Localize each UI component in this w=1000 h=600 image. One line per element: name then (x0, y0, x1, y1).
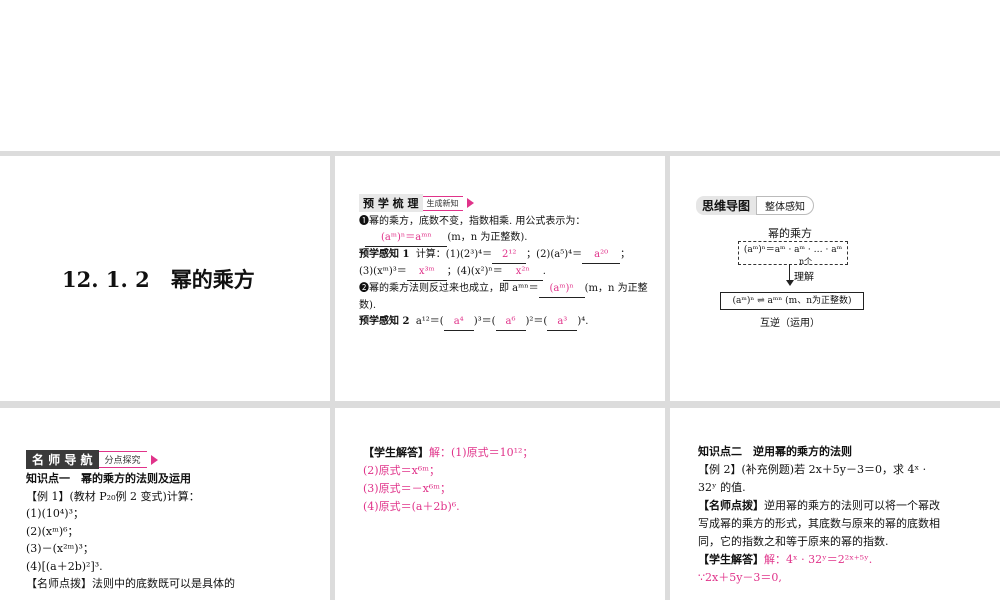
p1-text: 计算：(1)(2³)⁴＝ (415, 249, 493, 260)
p1-text2: ；(2)(a⁵)⁴＝ (526, 249, 583, 260)
example-item: (3)－(x²ᵐ)³； (26, 542, 94, 555)
slide-title[interactable]: 12. 1. 2 幂的乘方 (0, 156, 330, 401)
section-tag: 名 师 导 航 分点探究 (26, 450, 158, 469)
knowledge-heading: 知识点一 幂的乘方的法则及运用 (26, 472, 191, 485)
tag-sub: 生成新知 (422, 195, 463, 211)
arrow-head-icon (786, 280, 794, 286)
play-arrow-icon (150, 454, 158, 465)
answer-label: 【学生解答】 (698, 553, 764, 566)
tag-main: 名 师 导 航 (26, 450, 99, 469)
point1: ❶幂的乘方，底数不变，指数相乘. 用公式表示为： (359, 216, 586, 227)
example-text-2: 32ʸ 的值. (698, 481, 746, 494)
answer-line: ∵2x＋5y－3＝0, (698, 571, 782, 584)
practice1-line1: 预学感知 1 计算：(1)(2³)⁴＝ 2¹² ；(2)(a⁵)⁴＝ a²⁰； (359, 247, 659, 264)
answer-line: (4)原式＝(a＋2b)⁶. (363, 500, 460, 513)
answer-line-1: 【学生解答】解：(1)原式＝10¹²； (363, 444, 533, 462)
example-text: 【例 2】(补充例题)若 2x＋5y－3＝0，求 4ˣ · (698, 463, 927, 476)
p1-answer1: 2¹² (492, 247, 527, 264)
point2: ❷幂的乘方法则反过来也成立，即 aᵐⁿ＝ (359, 283, 539, 294)
point2-answer: (aᵐ)ⁿ (538, 281, 585, 298)
example-item: (1)(10⁴)³； (26, 507, 84, 520)
mindmap-footer: 互逆（运用） (760, 318, 820, 329)
practice1-label: 预学感知 1 (359, 249, 410, 260)
slide-knowledge2[interactable]: 知识点二 逆用幂的乘方的法则 【例 2】(补充例题)若 2x＋5y－3＝0，求 … (670, 408, 1000, 600)
practice2-line: 预学感知 2 a¹²＝(a⁴)³＝(a⁶)²＝(a³)⁴. (359, 314, 659, 331)
answer-line: (2)原式＝x⁶ᵐ； (363, 464, 440, 477)
play-arrow-icon (466, 198, 474, 208)
p2-answer1: a⁴ (443, 314, 474, 331)
page-title: 12. 1. 2 幂的乘方 (62, 267, 255, 292)
brace-label: n个 (799, 257, 813, 266)
slide-guide[interactable]: 名 师 导 航 分点探究 知识点一 幂的乘方的法则及运用 【例 1】(教材 P₂… (0, 408, 330, 600)
p2-mid2: )²＝( (525, 316, 548, 327)
box1-formula: (aᵐ)ⁿ＝aᵐ · aᵐ · … · aᵐ (743, 245, 843, 255)
formula-line: (aᵐ)ⁿ＝aᵐⁿ (m，n 为正整数). (359, 230, 659, 247)
p2-end: )⁴. (577, 316, 589, 327)
understand-label: 理解 (794, 272, 814, 283)
tip-paragraph: 【名师点拨】逆用幂的乘方的法则可以将一个幂改写成幂的乘方的形式，其底数与原来的幂… (698, 497, 946, 551)
example-text: 【例 1】(教材 P₂₀例 2 变式)计算： (26, 489, 200, 503)
answer-text: 解：(1)原式＝10¹²； (429, 446, 534, 459)
top-blank-area (0, 0, 1000, 151)
section-tag: 思维导图 整体感知 (696, 196, 815, 215)
mindmap-box1: (aᵐ)ⁿ＝aᵐ · aᵐ · … · aᵐ n个 (738, 241, 848, 266)
tag-main: 预 学 梳 理 (359, 194, 423, 212)
example-item: (2)(xᵐ)⁶； (26, 524, 79, 538)
knowledge-heading: 知识点二 逆用幂的乘方的法则 (698, 445, 852, 458)
tag-sub: 分点探究 (98, 451, 147, 468)
answer-line-1: 【学生解答】解：4ˣ · 32ʸ＝2²ˣ⁺⁵ʸ. (698, 551, 946, 569)
practice1-line2: (3)(xᵐ)³＝ x³ᵐ ；(4)(x²)ⁿ＝ x²ⁿ. (359, 264, 659, 281)
answer-label: 【学生解答】 (363, 446, 429, 459)
p1-text3: (3)(xᵐ)³＝ (359, 266, 407, 277)
practice2-label: 预学感知 2 (359, 316, 410, 327)
tip-text: 【名师点拨】法则中的底数既可以是具体的 (26, 577, 235, 590)
p2-text: a¹²＝( (415, 316, 444, 327)
answer-text: 解：4ˣ · 32ʸ＝2²ˣ⁺⁵ʸ. (764, 553, 873, 566)
mindmap-box2: (aᵐ)ⁿ ⇌ aᵐⁿ (m、n为正整数) (720, 292, 864, 310)
answer-line: (3)原式＝－x⁶ᵐ； (363, 482, 451, 495)
tag-sub: 整体感知 (756, 196, 815, 215)
p1-answer2: a²⁰ (582, 247, 621, 264)
slide-mindmap[interactable]: 思维导图 整体感知 幂的乘方 (aᵐ)ⁿ＝aᵐ · aᵐ · … · aᵐ n个… (670, 156, 1000, 401)
tip-label: 【名师点拨】 (698, 499, 764, 512)
formula-cond: (m，n 为正整数). (447, 232, 528, 243)
section-tag: 预 学 梳 理 生成新知 (359, 194, 474, 212)
p1-text4: ；(4)(x²)ⁿ＝ (446, 266, 503, 277)
tag-main: 思维导图 (696, 196, 757, 215)
example-item: (4)[(a＋2b)²]³. (26, 559, 103, 573)
p2-answer2: a⁶ (495, 314, 526, 331)
p1-answer4: x²ⁿ (502, 264, 543, 281)
p2-answer3: a³ (547, 314, 578, 331)
p1-answer3: x³ᵐ (406, 264, 447, 281)
formula-answer: (aᵐ)ⁿ＝aᵐⁿ (365, 230, 448, 247)
point2-line: ❷幂的乘方法则反过来也成立，即 aᵐⁿ＝ (aᵐ)ⁿ (m，n 为正整数). (359, 281, 659, 314)
p2-mid1: )³＝( (473, 316, 496, 327)
slide-answer[interactable]: 【学生解答】解：(1)原式＝10¹²； (2)原式＝x⁶ᵐ； (3)原式＝－x⁶… (335, 408, 665, 600)
mindmap-heading: 幂的乘方 (768, 227, 812, 240)
slide-preview[interactable]: 预 学 梳 理 生成新知 ❶幂的乘方，底数不变，指数相乘. 用公式表示为： (a… (335, 156, 665, 401)
